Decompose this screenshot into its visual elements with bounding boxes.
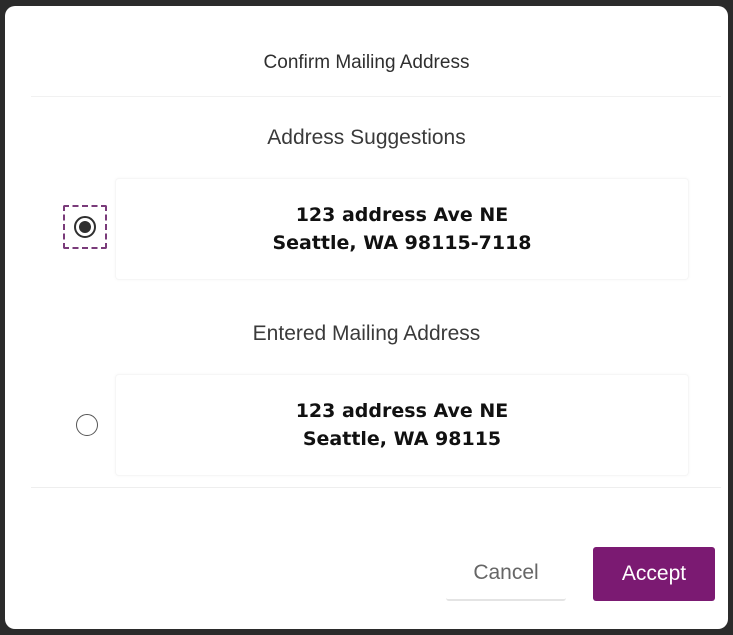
radio-checked-icon (74, 216, 96, 238)
entered-address-line2: Seattle, WA 98115 (302, 428, 502, 450)
suggested-address-card[interactable]: 123 address Ave NE Seattle, WA 98115-711… (115, 178, 689, 280)
confirm-address-dialog: Confirm Mailing Address Address Suggesti… (5, 6, 728, 629)
dialog-title: Confirm Mailing Address (263, 52, 470, 73)
suggested-address-line2: Seattle, WA 98115-7118 (272, 232, 532, 254)
entered-heading: Entered Mailing Address (252, 322, 481, 345)
title-divider (31, 96, 721, 97)
suggestions-heading: Address Suggestions (267, 126, 466, 149)
entered-address-line1: 123 address Ave NE (295, 400, 509, 422)
suggested-address-line1: 123 address Ave NE (295, 204, 509, 226)
suggested-address-radio[interactable] (63, 205, 107, 249)
footer-divider (31, 487, 721, 488)
entered-address-radio[interactable] (65, 403, 109, 447)
radio-dot (79, 221, 91, 233)
cancel-button[interactable]: Cancel (446, 547, 566, 601)
entered-address-card[interactable]: 123 address Ave NE Seattle, WA 98115 (115, 374, 689, 476)
radio-unchecked-icon (76, 414, 98, 436)
accept-button[interactable]: Accept (593, 547, 715, 601)
